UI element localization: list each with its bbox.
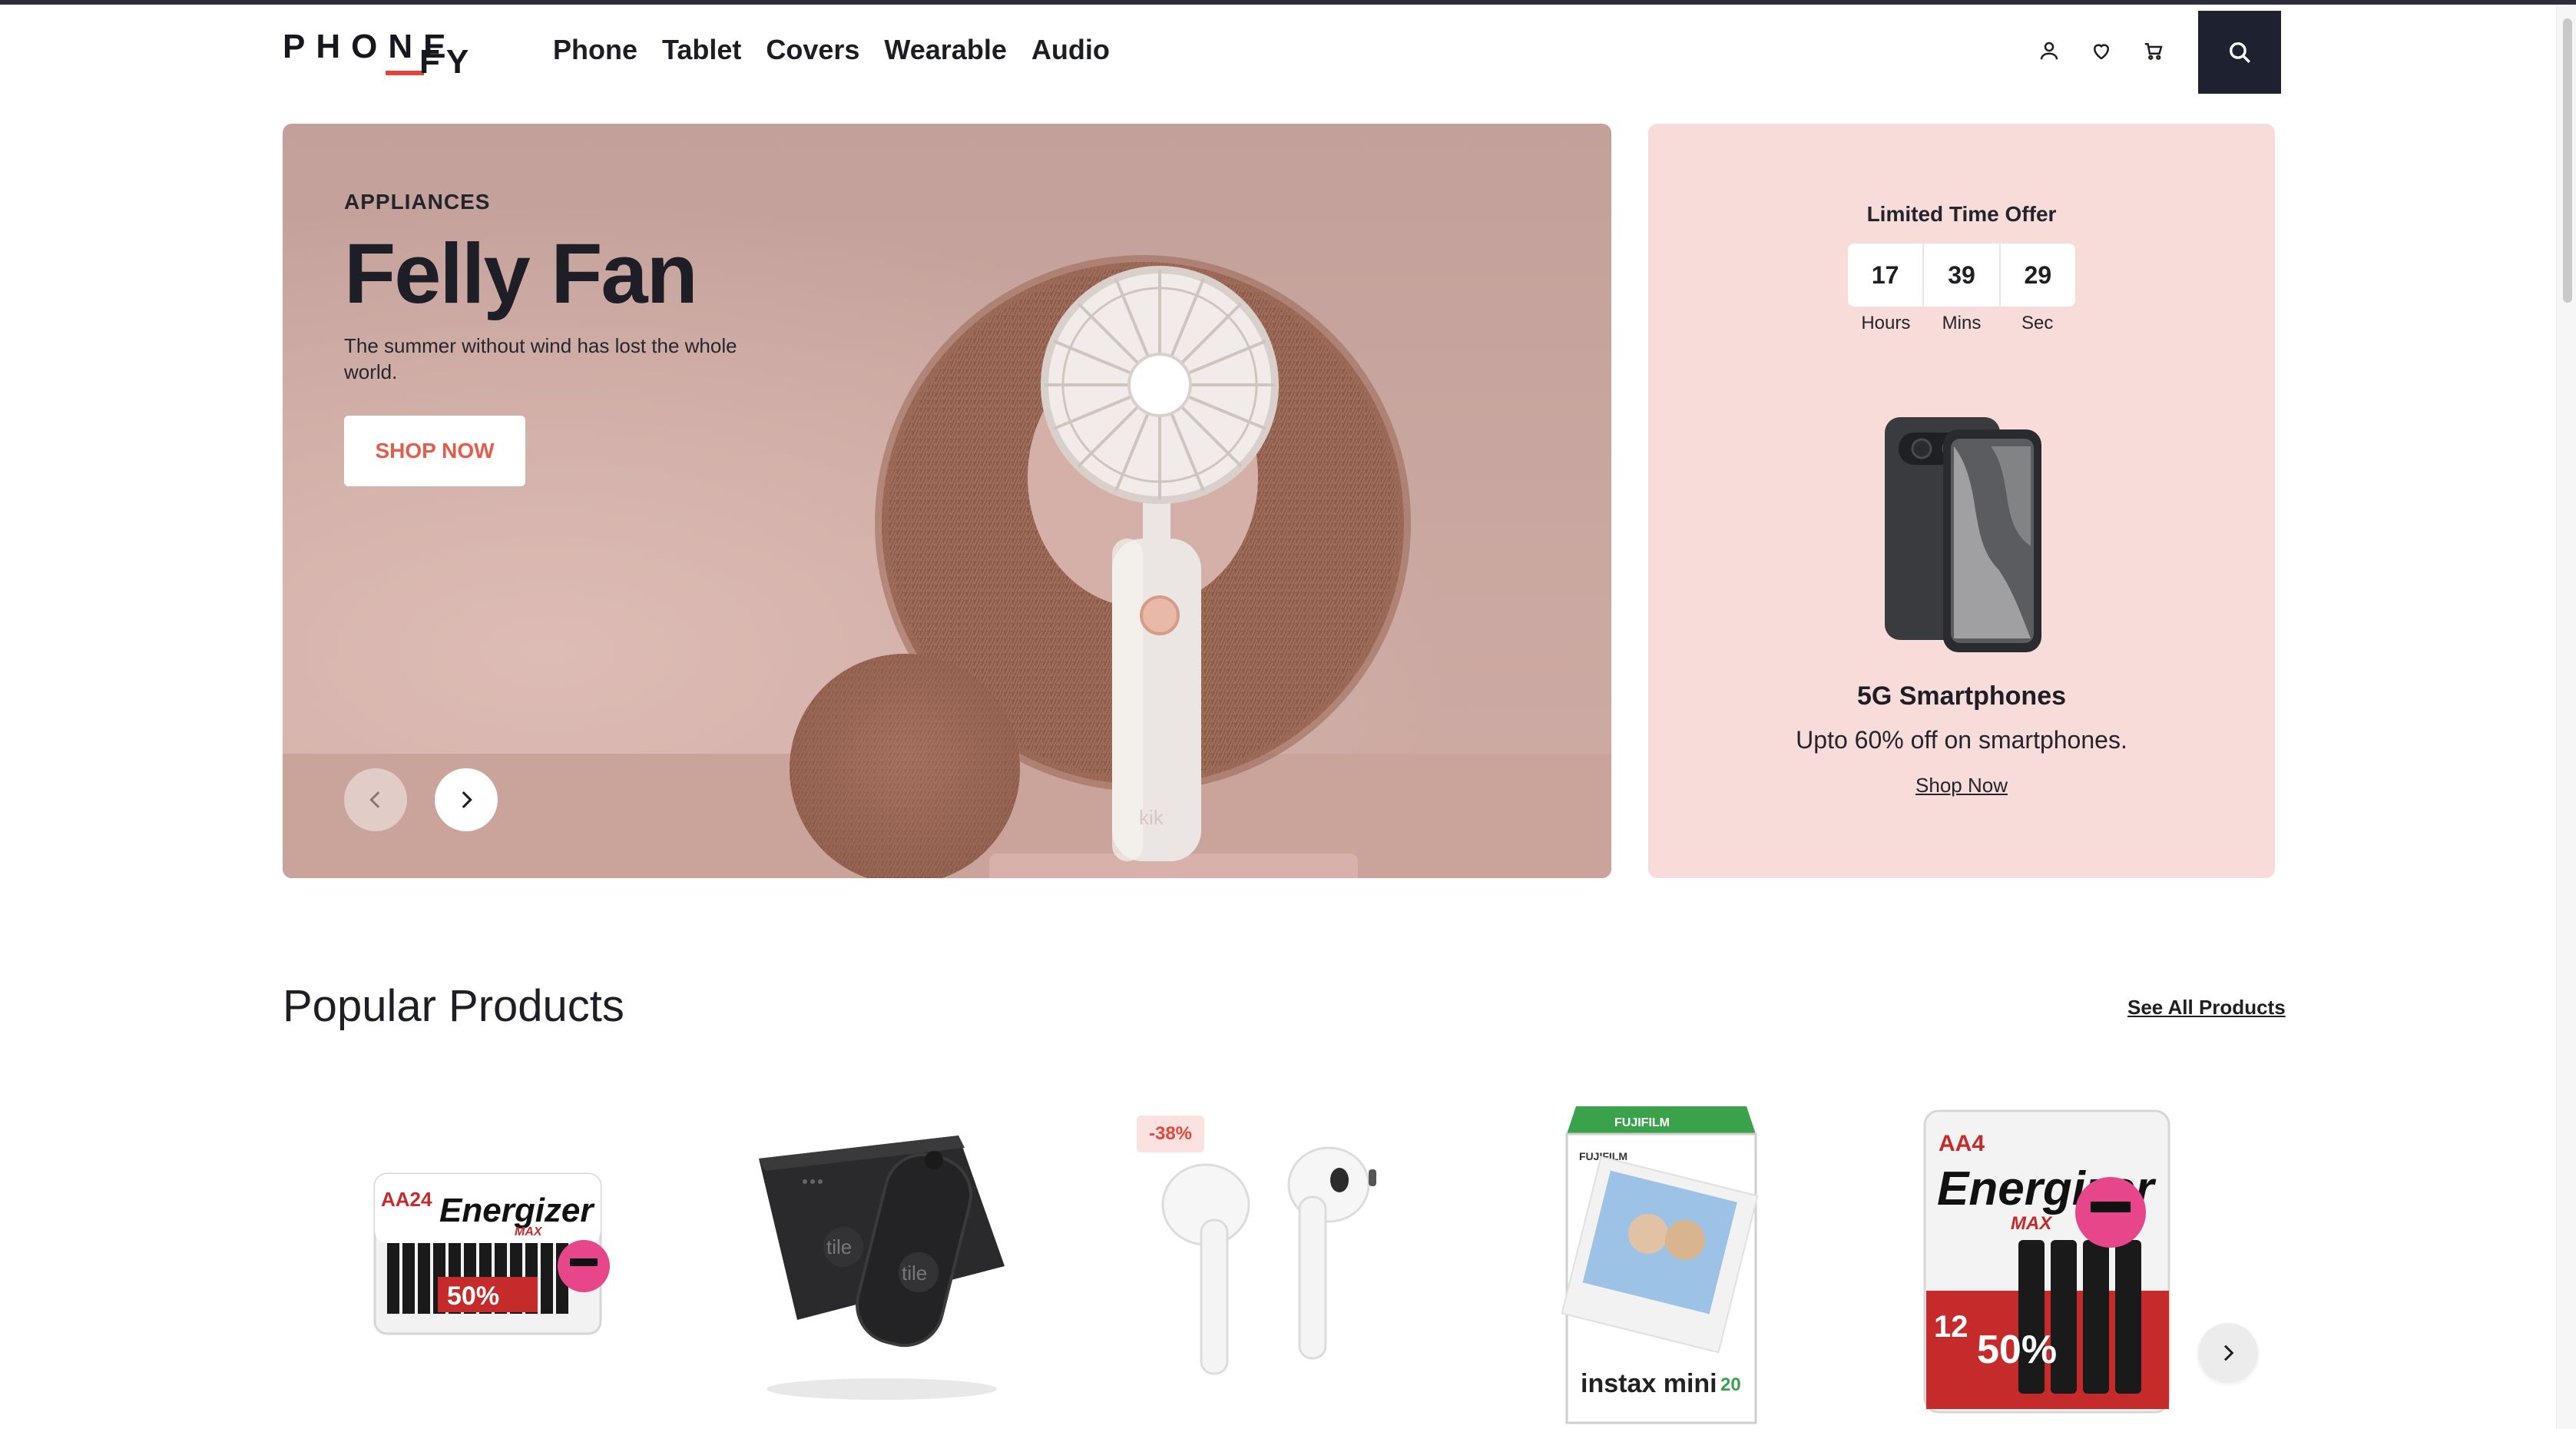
countdown-mins: 39 xyxy=(1924,244,2001,307)
product-card-energizer-aa4[interactable]: AA4 Energizer MAX 12 50% xyxy=(1872,1089,2210,1429)
hero-prev-button[interactable] xyxy=(344,768,407,831)
hero-banner: kik APPLIANCES Felly Fan The summer with… xyxy=(283,124,1611,878)
nav-item-wearable[interactable]: Wearable xyxy=(884,34,1006,66)
scrollbar-thumb[interactable] xyxy=(2563,18,2572,303)
svg-text:tile: tile xyxy=(902,1262,927,1285)
svg-text:20: 20 xyxy=(1720,1374,1741,1395)
svg-text:Energizer: Energizer xyxy=(439,1192,595,1229)
chevron-right-icon xyxy=(462,791,472,809)
hero-shop-now-button[interactable]: SHOP NOW xyxy=(344,416,525,486)
product-card-instax-mini[interactable]: FUJIFILM FUJIFILM instax mini 20 xyxy=(1495,1089,1833,1429)
svg-text:AA24: AA24 xyxy=(381,1188,432,1211)
svg-text:AA4: AA4 xyxy=(1939,1131,1985,1156)
smartphone-image xyxy=(1885,417,2041,652)
brand-logo[interactable]: PHONE FY xyxy=(283,28,498,81)
product-card-tile-tracker[interactable]: tile tile xyxy=(728,1089,1066,1429)
svg-text:MAX: MAX xyxy=(2011,1213,2053,1234)
site-header: PHONE FY Phone Tablet Covers Wearable Au… xyxy=(283,11,2281,94)
countdown-sec-label: Sec xyxy=(2021,313,2054,333)
svg-text:tile: tile xyxy=(826,1235,852,1258)
countdown-hours: 17 xyxy=(1848,244,1925,307)
fan-product-image: kik xyxy=(790,255,1411,878)
top-border xyxy=(0,0,2576,5)
countdown-sec: 29 xyxy=(2024,260,2052,289)
svg-text:MAX: MAX xyxy=(515,1225,543,1238)
nav-item-covers[interactable]: Covers xyxy=(766,34,859,66)
main-nav: Phone Tablet Covers Wearable Audio xyxy=(553,34,1110,66)
offer-shop-now-link[interactable]: Shop Now xyxy=(1648,774,2275,797)
product-card-energizer-aa24[interactable]: AA24 Energizer MAX 50% xyxy=(353,1089,691,1429)
limited-offer-card: Limited Time Offer 17 39 29 Hours Mins S… xyxy=(1648,124,2275,878)
countdown-mins-label: Mins xyxy=(1942,313,1982,333)
logo-word-fy: FY xyxy=(419,43,475,81)
products-next-button[interactable] xyxy=(2198,1323,2258,1383)
svg-text:50%: 50% xyxy=(1977,1328,2057,1372)
svg-text:instax mini: instax mini xyxy=(1581,1369,1717,1398)
offer-title: Limited Time Offer xyxy=(1866,202,2057,226)
svg-text:12: 12 xyxy=(1934,1310,1968,1344)
page-scrollbar[interactable] xyxy=(2556,5,2576,1429)
offer-subtitle: Upto 60% off on smartphones. xyxy=(1796,726,2127,754)
chevron-left-icon xyxy=(369,791,380,808)
logo-accent-bar xyxy=(386,71,424,75)
hero-next-button[interactable] xyxy=(435,768,498,831)
hero-category: APPLIANCES xyxy=(344,190,491,214)
countdown-timer: 17 39 29 xyxy=(1848,244,2075,307)
chevron-right-icon xyxy=(2223,1344,2234,1361)
heart-icon[interactable] xyxy=(2084,34,2118,68)
see-all-products-link[interactable]: See All Products xyxy=(2127,996,2286,1020)
cart-icon[interactable] xyxy=(2137,34,2170,68)
hero-title: Felly Fan xyxy=(344,227,698,321)
svg-text:50%: 50% xyxy=(447,1281,499,1311)
svg-text:FUJIFILM: FUJIFILM xyxy=(1614,1116,1670,1129)
hero-description: The summer without wind has lost the who… xyxy=(344,334,737,383)
search-icon xyxy=(2229,41,2250,63)
discount-badge: -38% xyxy=(1137,1116,1204,1152)
nav-item-tablet[interactable]: Tablet xyxy=(662,34,741,66)
user-icon[interactable] xyxy=(2032,34,2066,68)
countdown-hours-label: Hours xyxy=(1861,313,1911,333)
popular-products-title: Popular Products xyxy=(283,981,624,1031)
countdown-labels: Hours Mins Sec xyxy=(1848,313,2075,334)
header-actions xyxy=(2032,34,2170,68)
search-button[interactable] xyxy=(2198,11,2281,94)
offer-heading: 5G Smartphones xyxy=(1856,681,2067,711)
nav-item-audio[interactable]: Audio xyxy=(1031,34,1110,66)
nav-item-phone[interactable]: Phone xyxy=(553,34,637,66)
fan-brand-mark: kik xyxy=(1139,806,1164,829)
